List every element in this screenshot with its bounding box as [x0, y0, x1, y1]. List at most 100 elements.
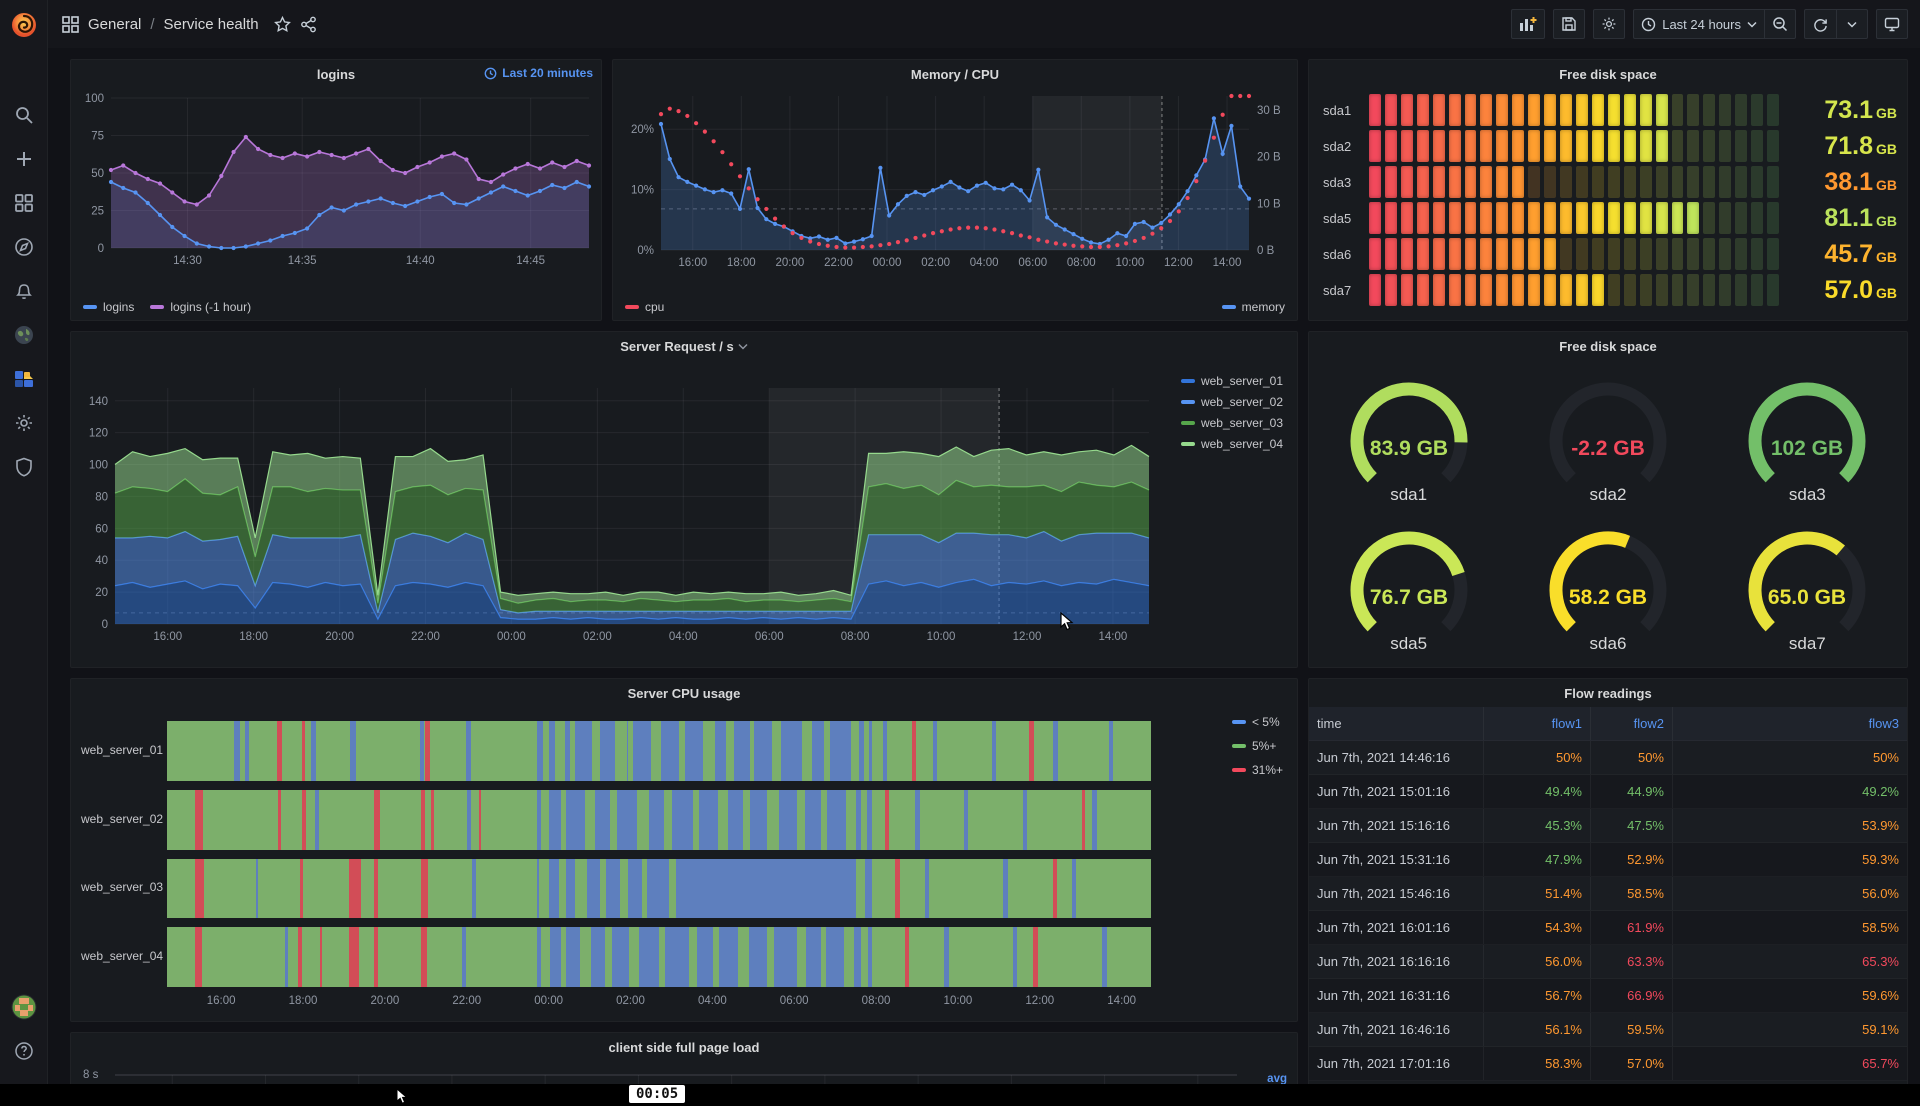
time-range-picker[interactable]: Last 24 hours — [1633, 9, 1764, 39]
cell-flow2: 63.3% — [1591, 945, 1673, 978]
timeline-x-axis: 16:0018:0020:0022:0000:0002:0004:0006:00… — [167, 995, 1151, 1015]
legend-item-web_server_03[interactable]: web_server_03 — [1181, 416, 1283, 430]
create-plus-icon[interactable] — [0, 140, 48, 178]
breadcrumb-folder[interactable]: General — [88, 16, 141, 33]
alerting-bell-icon[interactable] — [0, 272, 48, 310]
svg-text:14:30: 14:30 — [173, 255, 202, 267]
help-icon[interactable] — [0, 1032, 48, 1070]
gauge-label: sda5 — [1390, 634, 1427, 654]
lcd-cell — [1624, 274, 1636, 306]
legend-item-web_server_01[interactable]: web_server_01 — [1181, 374, 1283, 388]
panel-title-logins[interactable]: logins — [317, 67, 355, 82]
cpu-legend: cpu — [625, 300, 664, 314]
lcd-cell — [1672, 202, 1684, 234]
logins-chart[interactable]: 025507510014:3014:3514:4014:45 — [71, 88, 601, 294]
app-plugin-icon[interactable] — [0, 360, 48, 398]
column-header-flow2[interactable]: flow2 — [1591, 707, 1673, 740]
panel-title-cpu-usage[interactable]: Server CPU usage — [628, 686, 741, 701]
timeline-segment — [374, 859, 378, 919]
add-panel-button[interactable] — [1511, 9, 1545, 39]
timeline-segment — [349, 927, 359, 987]
legend-item-5-[interactable]: 5%+ — [1232, 739, 1283, 753]
dashboards-icon[interactable] — [0, 184, 48, 222]
legend-marker — [1181, 400, 1195, 404]
timeline-segment — [659, 927, 665, 987]
worldmap-plugin-icon[interactable] — [0, 316, 48, 354]
legend-marker — [1181, 442, 1195, 446]
timeline-segment — [421, 790, 425, 850]
lcd-cell — [1703, 238, 1715, 270]
cpu-usage-timeline[interactable]: web_server_01web_server_02web_server_03w… — [71, 707, 1297, 1021]
star-icon[interactable] — [274, 16, 291, 33]
legend-item-memory[interactable]: memory — [1222, 300, 1285, 314]
panel-title-disk-bars[interactable]: Free disk space — [1559, 67, 1657, 82]
legend-item-logins-1-hour-[interactable]: logins (-1 hour) — [150, 300, 251, 314]
breadcrumb-dashboard[interactable]: Service health — [164, 16, 259, 33]
timeline-segment — [1029, 721, 1034, 781]
legend-item--5-[interactable]: < 5% — [1232, 715, 1283, 729]
timeline-segment — [615, 721, 627, 781]
lcd-cell — [1417, 202, 1429, 234]
server-request-chart[interactable]: 02040608010012014016:0018:0020:0022:0000… — [71, 360, 1297, 660]
zoom-out-button[interactable] — [1764, 9, 1796, 39]
lcd-cell — [1449, 202, 1461, 234]
timeline-segment — [628, 721, 634, 781]
legend-label: web_server_02 — [1201, 395, 1283, 409]
legend-item-web_server_02[interactable]: web_server_02 — [1181, 395, 1283, 409]
logins-legend: logins logins (-1 hour) — [83, 300, 251, 314]
legend-item-web_server_04[interactable]: web_server_04 — [1181, 437, 1283, 451]
timeline-row-web_server_03 — [167, 859, 1151, 919]
user-avatar[interactable] — [0, 988, 48, 1026]
legend-item-cpu[interactable]: cpu — [625, 300, 664, 314]
timeline-segment — [555, 721, 565, 781]
legend-item-logins[interactable]: logins — [83, 300, 134, 314]
lcd-cell — [1592, 130, 1604, 162]
admin-shield-icon[interactable] — [0, 448, 48, 486]
panel-title-flow-readings[interactable]: Flow readings — [1564, 686, 1651, 701]
time-override-badge[interactable]: Last 20 minutes — [484, 66, 593, 80]
disk-lcd-cells — [1369, 94, 1779, 126]
lcd-cell — [1449, 238, 1461, 270]
refresh-button[interactable] — [1804, 9, 1836, 39]
dashboard-settings-button[interactable] — [1593, 9, 1625, 39]
lcd-cell — [1624, 130, 1636, 162]
timeline-segment — [912, 721, 916, 781]
timeline-segment — [824, 721, 830, 781]
timeline-segment — [797, 790, 805, 850]
column-header-flow3[interactable]: flow3 — [1673, 707, 1907, 740]
legend-label: web_server_04 — [1201, 437, 1283, 451]
legend-label: < 5% — [1252, 715, 1280, 729]
svg-text:40: 40 — [95, 555, 108, 567]
disk-value-number: 73.1 — [1824, 96, 1873, 124]
table-row: Jun 7th, 2021 15:01:1649.4%44.9%49.2% — [1309, 775, 1907, 809]
panel-title-gauges[interactable]: Free disk space — [1559, 339, 1657, 354]
memory-cpu-chart[interactable]: 0%10%20%0 B10 B20 B30 B16:0018:0020:0022… — [613, 88, 1297, 294]
configuration-gear-icon[interactable] — [0, 404, 48, 442]
legend-item-31-[interactable]: 31%+ — [1232, 763, 1283, 777]
cell-time: Jun 7th, 2021 15:31:16 — [1309, 843, 1484, 876]
lcd-cell — [1528, 274, 1540, 306]
explore-compass-icon[interactable] — [0, 228, 48, 266]
grafana-logo[interactable] — [0, 6, 48, 44]
column-header-flow1[interactable]: flow1 — [1484, 707, 1591, 740]
cell-flow1: 49.4% — [1484, 775, 1591, 808]
legend-label: cpu — [645, 300, 664, 314]
refresh-interval-dropdown[interactable] — [1836, 9, 1868, 39]
share-icon[interactable] — [300, 16, 317, 33]
timeline-segment — [1023, 790, 1027, 850]
save-dashboard-button[interactable] — [1553, 9, 1585, 39]
cycle-view-mode-button[interactable] — [1876, 9, 1908, 39]
panel-title-page-load[interactable]: client side full page load — [609, 1040, 760, 1055]
panel-title-memory-cpu[interactable]: Memory / CPU — [911, 67, 999, 82]
panel-title-server-request[interactable]: Server Request / s — [620, 339, 747, 354]
lcd-cell — [1672, 130, 1684, 162]
lcd-cell — [1401, 130, 1413, 162]
lcd-cell — [1719, 202, 1731, 234]
lcd-cell — [1433, 130, 1445, 162]
timeline-segment — [802, 721, 812, 781]
svg-text:20: 20 — [95, 587, 108, 599]
column-header-time[interactable]: time — [1309, 707, 1484, 740]
search-icon[interactable] — [0, 96, 48, 134]
svg-text:60: 60 — [95, 523, 108, 535]
chart-svg: 02040608010012014016:0018:0020:0022:0000… — [71, 360, 1297, 660]
